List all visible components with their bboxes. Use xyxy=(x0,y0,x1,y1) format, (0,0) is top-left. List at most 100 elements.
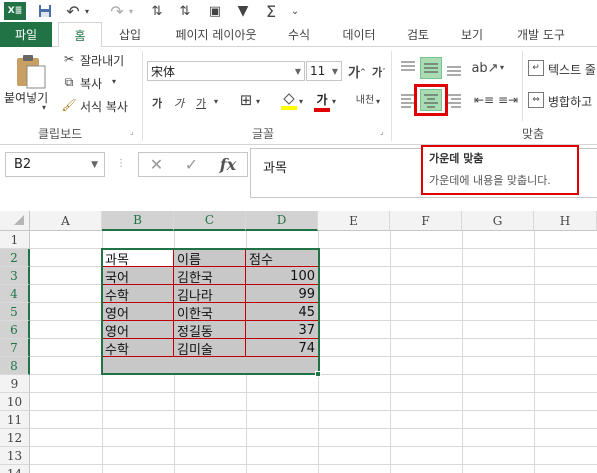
name-box[interactable]: B2 ▼ xyxy=(5,152,105,177)
cell-b2[interactable]: 과목 xyxy=(102,249,174,268)
decrease-indent-icon[interactable]: ⇤≡ xyxy=(474,91,494,109)
cell-c7[interactable]: 김미술 xyxy=(174,339,246,358)
cell-d2[interactable]: 점수 xyxy=(246,249,318,268)
excel-logo-icon[interactable]: X≣ xyxy=(4,2,26,20)
align-top-icon[interactable] xyxy=(398,59,418,77)
increase-font-icon[interactable]: 가 ^ xyxy=(348,62,366,81)
row-header-13[interactable]: 13 xyxy=(0,447,30,465)
redo-dropdown-icon[interactable]: ▾ xyxy=(126,2,136,20)
insert-function-icon[interactable]: fx xyxy=(220,155,236,174)
row-header-4[interactable]: 4 xyxy=(0,285,30,303)
font-launcher-icon[interactable]: ⌟ xyxy=(380,127,384,136)
row-header-8[interactable]: 8 xyxy=(0,357,30,375)
tab-page-layout[interactable]: 페이지 레이아웃 xyxy=(162,22,270,47)
underline-dropdown-icon[interactable]: ▾ xyxy=(214,97,218,106)
column-header-h[interactable]: H xyxy=(534,211,597,231)
column-header-d[interactable]: D xyxy=(246,211,318,231)
font-color-icon[interactable]: 가 xyxy=(314,91,330,112)
borders-icon[interactable]: ⊞ xyxy=(238,91,254,109)
filter-icon[interactable]: ▼ xyxy=(234,2,252,20)
sort-ascending-icon[interactable]: ⇅ xyxy=(148,2,166,20)
row-header-10[interactable]: 10 xyxy=(0,393,30,411)
cell-d7[interactable]: 74 xyxy=(246,339,318,357)
form-icon[interactable]: ▣ xyxy=(206,2,224,20)
cell-b4[interactable]: 수학 xyxy=(102,285,174,304)
copy-button[interactable]: 복사 xyxy=(80,75,102,92)
wrap-text-button[interactable]: 텍스트 줄 xyxy=(548,61,596,78)
wrap-text-icon[interactable]: ↵ xyxy=(528,60,544,76)
font-color-dropdown-icon[interactable]: ▾ xyxy=(332,97,336,106)
tab-file[interactable]: 파일 xyxy=(0,22,52,47)
row-header-9[interactable]: 9 xyxy=(0,375,30,393)
fill-color-icon[interactable] xyxy=(281,91,297,111)
row-header-14[interactable]: 14 xyxy=(0,465,30,473)
name-box-dropdown-icon[interactable]: ▼ xyxy=(91,160,98,170)
row-header-7[interactable]: 7 xyxy=(0,339,30,357)
save-icon[interactable] xyxy=(36,2,54,20)
column-header-a[interactable]: A xyxy=(30,211,102,231)
cell-b6[interactable]: 영어 xyxy=(102,321,174,340)
column-header-c[interactable]: C xyxy=(174,211,246,231)
format-painter-button[interactable]: 서식 복사 xyxy=(80,98,128,115)
column-header-e[interactable]: E xyxy=(318,211,390,231)
tab-data[interactable]: 데이터 xyxy=(332,22,386,47)
row-header-3[interactable]: 3 xyxy=(0,267,30,285)
decrease-font-icon[interactable]: 가ˇ xyxy=(372,64,386,80)
row-header-6[interactable]: 6 xyxy=(0,321,30,339)
cell-c2[interactable]: 이름 xyxy=(174,249,246,268)
tab-home[interactable]: 홈 xyxy=(58,22,102,48)
phonetic-dropdown-icon[interactable]: ▾ xyxy=(376,97,380,106)
merge-center-button[interactable]: 병합하고 xyxy=(548,93,592,110)
tab-view[interactable]: 보기 xyxy=(450,22,494,47)
cell-d3[interactable]: 100 xyxy=(246,267,318,285)
paste-dropdown-icon[interactable]: ▾ xyxy=(42,103,46,112)
cell-b5[interactable]: 영어 xyxy=(102,303,174,322)
font-name-dropdown-icon[interactable]: ▼ xyxy=(292,67,304,76)
tab-formulas[interactable]: 수식 xyxy=(276,22,322,47)
column-header-g[interactable]: G xyxy=(462,211,534,231)
cell-b3[interactable]: 국어 xyxy=(102,267,174,286)
orientation-dropdown-icon[interactable]: ▾ xyxy=(500,63,504,72)
tab-developer[interactable]: 개발 도구 xyxy=(502,22,580,47)
row-header-12[interactable]: 12 xyxy=(0,429,30,447)
bold-button[interactable]: 가 xyxy=(152,95,162,111)
redo-icon[interactable]: ↷ xyxy=(108,2,126,21)
cancel-entry-icon[interactable]: ✕ xyxy=(150,155,163,174)
sort-descending-icon[interactable]: ⇅ xyxy=(176,2,194,20)
tab-insert[interactable]: 삽입 xyxy=(106,22,154,47)
align-middle-icon[interactable] xyxy=(420,57,442,79)
row-header-2[interactable]: 2 xyxy=(0,249,30,267)
italic-button[interactable]: 가 xyxy=(174,95,184,111)
cell-d4[interactable]: 99 xyxy=(246,285,318,303)
cut-button[interactable]: 잘라내기 xyxy=(80,52,124,69)
tab-review[interactable]: 검토 xyxy=(396,22,440,47)
cut-icon[interactable]: ✂ xyxy=(62,51,76,67)
fill-handle[interactable] xyxy=(315,371,321,377)
format-painter-icon[interactable]: 🖌 xyxy=(61,97,76,113)
font-size-combo[interactable]: 11 ▼ xyxy=(306,61,342,81)
font-size-dropdown-icon[interactable]: ▼ xyxy=(329,67,341,76)
undo-dropdown-icon[interactable]: ▾ xyxy=(82,2,92,20)
borders-dropdown-icon[interactable]: ▾ xyxy=(256,97,260,106)
copy-dropdown-icon[interactable]: ▾ xyxy=(112,77,116,86)
autosum-icon[interactable]: Σ xyxy=(262,2,280,21)
row-header-1[interactable]: 1 xyxy=(0,231,30,249)
merge-center-icon[interactable]: ⇔ xyxy=(528,92,544,108)
cell-c6[interactable]: 정길동 xyxy=(174,321,246,340)
cell-c3[interactable]: 김한국 xyxy=(174,267,246,286)
row-header-11[interactable]: 11 xyxy=(0,411,30,429)
select-all-corner[interactable] xyxy=(0,211,30,231)
paste-icon[interactable] xyxy=(14,54,48,90)
align-center-button[interactable] xyxy=(420,89,442,111)
copy-icon[interactable]: ⧉ xyxy=(62,74,76,90)
fill-color-dropdown-icon[interactable]: ▾ xyxy=(299,97,303,106)
align-right-icon[interactable] xyxy=(444,91,464,109)
cell-b7[interactable]: 수학 xyxy=(102,339,174,358)
phonetic-guide-icon[interactable]: 내천 xyxy=(355,91,375,106)
column-header-f[interactable]: F xyxy=(390,211,462,231)
formula-bar-grip-icon[interactable]: ⋮ xyxy=(116,158,126,169)
font-name-combo[interactable]: 宋体 ▼ xyxy=(147,61,305,81)
cell-c4[interactable]: 김나라 xyxy=(174,285,246,304)
cell-c5[interactable]: 이한국 xyxy=(174,303,246,322)
cell-d6[interactable]: 37 xyxy=(246,321,318,339)
